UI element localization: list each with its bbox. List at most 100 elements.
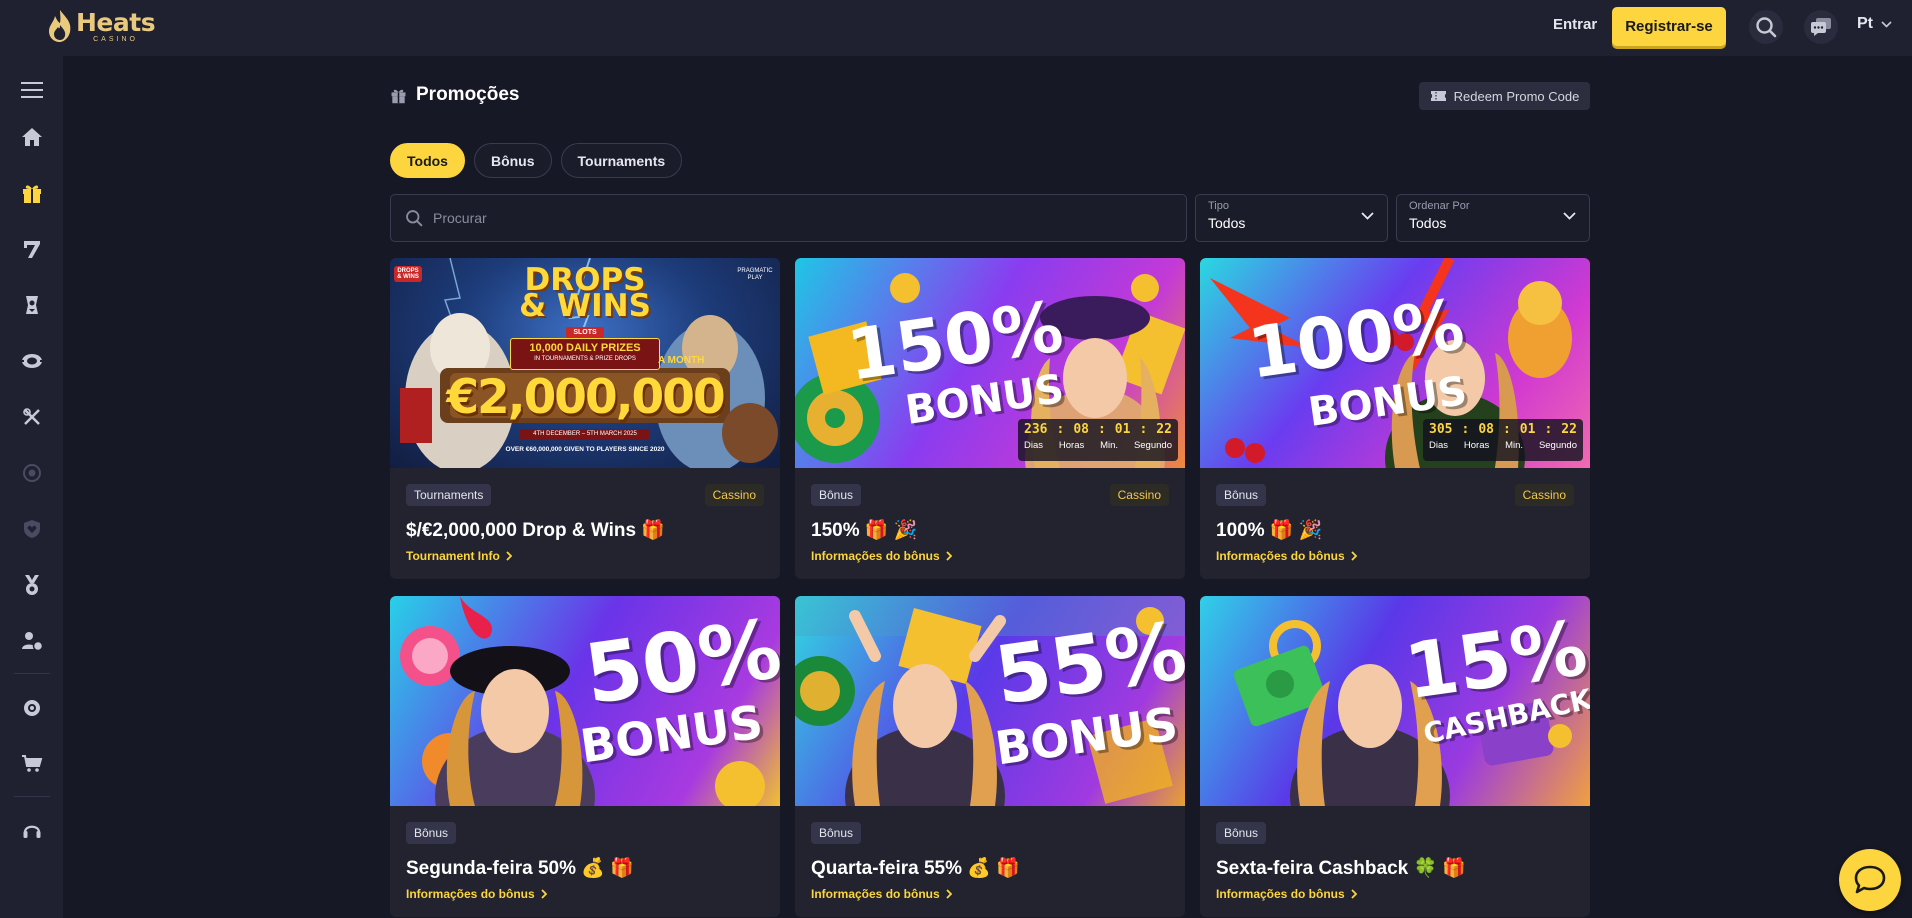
page-title: Promoções — [416, 84, 520, 105]
register-button[interactable]: Registrar-se — [1612, 7, 1726, 46]
type-select[interactable]: Tipo Todos — [1195, 194, 1388, 242]
promo-card[interactable]: DROPS & WINS PRAGMATIC PLAY DROPS & WINS… — [390, 258, 780, 579]
poker-chip-icon — [21, 354, 43, 368]
ticket-icon — [1430, 91, 1446, 101]
banner-title-line2: & WINS — [519, 288, 651, 324]
type-select-label: Tipo — [1208, 200, 1229, 212]
promo-card[interactable]: 55% BONUS Bônus Quarta-feira 55% 💰 🎁 Inf… — [795, 596, 1185, 917]
promo-info-link[interactable]: Informações do bônus — [811, 887, 1169, 901]
chevron-down-icon — [1881, 20, 1892, 28]
sort-select-label: Ordenar Por — [1409, 200, 1470, 212]
promo-info-link-label: Informações do bônus — [1216, 887, 1345, 901]
login-link[interactable]: Entrar — [1553, 16, 1597, 33]
sidebar-item-loyalty[interactable] — [14, 690, 50, 726]
seven-icon — [24, 241, 40, 258]
sidebar-item-shop[interactable] — [14, 746, 50, 782]
promo-info-link-label: Informações do bônus — [811, 549, 940, 563]
promo-title: Sexta-feira Cashback 🍀 🎁 — [1216, 858, 1467, 879]
banner-footer: OVER €60,000,000 GIVEN TO PLAYERS SINCE … — [505, 446, 665, 453]
promo-title: $/€2,000,000 Drop & Wins 🎁 — [406, 520, 665, 541]
timer-days: 236 — [1024, 422, 1048, 437]
timer-minutes: 01 — [1519, 422, 1536, 437]
countdown-timer: 236: 08: 01: 22 Dias Horas Min. Segundo — [1018, 419, 1178, 461]
tab-all[interactable]: Todos — [390, 143, 465, 178]
sidebar-item-menu[interactable] — [14, 72, 50, 108]
promo-card[interactable]: 100% BONUS 305: 08: 01: 22 Dias Horas Mi… — [1200, 258, 1590, 579]
tab-bonus[interactable]: Bônus — [473, 143, 552, 178]
flame-logo-icon — [49, 10, 71, 42]
sidebar-item-vip[interactable] — [14, 511, 50, 547]
promo-filter-tabs: Todos Bônus Tournaments — [390, 143, 683, 178]
promo-card-body: Bônus Cassino 100% 🎁 🎉 Informações do bô… — [1200, 468, 1590, 579]
banner-prize-box: 10,000 DAILY PRIZES IN TOURNAMENTS & PRI… — [510, 338, 660, 370]
search-box — [390, 194, 1187, 242]
tab-tournaments[interactable]: Tournaments — [560, 143, 683, 178]
gift-icon — [391, 89, 406, 103]
promo-info-link[interactable]: Informações do bônus — [1216, 549, 1574, 563]
sidebar-item-home[interactable] — [14, 119, 50, 155]
timer-days-label: Dias — [1024, 440, 1044, 451]
sort-select[interactable]: Ordenar Por Todos — [1396, 194, 1590, 242]
joker-card-icon — [26, 296, 38, 314]
language-code: Pt — [1857, 15, 1873, 32]
sidebar-item-live-casino[interactable] — [14, 287, 50, 323]
promo-info-link[interactable]: Informações do bônus — [1216, 887, 1574, 901]
promo-type-tag: Bônus — [811, 484, 862, 506]
timer-minutes-label: Min. — [1505, 440, 1524, 451]
promo-title: 150% 🎁 🎉 — [811, 520, 918, 541]
redeem-promo-code-button[interactable]: Redeem Promo Code — [1419, 82, 1590, 110]
promo-card[interactable]: 150% BONUS 236: 08: 01: 22 Dias Horas Mi… — [795, 258, 1185, 579]
promo-info-link[interactable]: Tournament Info — [406, 549, 764, 563]
chat-bubbles-icon — [1811, 18, 1831, 36]
banner-pill: SLOTS — [566, 327, 604, 338]
home-icon — [22, 128, 42, 146]
sort-select-value: Todos — [1409, 215, 1447, 231]
sidebar-divider — [14, 673, 50, 674]
promo-category-tag: Cassino — [1109, 484, 1169, 506]
logo-word: Heats — [76, 7, 156, 37]
search-input[interactable] — [433, 210, 1133, 226]
timer-seconds-label: Segundo — [1538, 440, 1577, 451]
promo-type-tag: Bônus — [1216, 484, 1267, 506]
sidebar-item-promotions[interactable] — [14, 175, 50, 211]
banner-dates: 4TH DECEMBER – 5TH MARCH 2025 — [520, 429, 650, 440]
banner-sub2: IN TOURNAMENTS & PRIZE DROPS — [534, 356, 636, 362]
chevron-right-icon — [541, 889, 547, 899]
promo-info-link-label: Informações do bônus — [1216, 549, 1345, 563]
search-icon — [406, 210, 423, 227]
live-chat-button[interactable] — [1839, 849, 1901, 911]
chat-button[interactable] — [1804, 10, 1838, 44]
promo-card[interactable]: 50% BONUS Bônus Segunda-feira 50% 💰 🎁 In… — [390, 596, 780, 917]
crossed-swords-icon — [23, 408, 40, 425]
site-logo[interactable]: Heats CASINO — [46, 7, 156, 44]
timer-hours-label: Horas — [1463, 440, 1490, 451]
promo-info-link-label: Informações do bônus — [406, 887, 535, 901]
sidebar-item-table-games[interactable] — [14, 343, 50, 379]
sidebar-item-referral[interactable] — [14, 623, 50, 659]
sidebar-item-sports[interactable] — [14, 399, 50, 435]
timer-hours-label: Horas — [1058, 440, 1085, 451]
cart-icon — [22, 755, 43, 772]
top-header: Heats CASINO Entrar Registrar-se Pt — [0, 0, 1912, 56]
promo-banner: 50% BONUS — [390, 596, 780, 806]
promo-banner: DROPS & WINS PRAGMATIC PLAY DROPS & WINS… — [390, 258, 780, 468]
left-sidebar — [0, 56, 63, 918]
promo-card[interactable]: 15% CASHBACK Bônus Sexta-feira Cashback … — [1200, 596, 1590, 917]
chevron-right-icon — [946, 889, 952, 899]
banner-month: A MONTH — [658, 355, 705, 366]
promo-type-tag: Bônus — [1216, 822, 1267, 844]
timer-seconds: 22 — [1561, 422, 1577, 437]
promo-banner: 150% BONUS 236: 08: 01: 22 Dias Horas Mi… — [795, 258, 1185, 468]
sidebar-item-esports[interactable] — [14, 455, 50, 491]
sidebar-item-tournaments[interactable] — [14, 567, 50, 603]
user-coin-icon — [22, 632, 43, 651]
chevron-right-icon — [1351, 889, 1357, 899]
hamburger-icon — [21, 82, 43, 98]
sidebar-item-support[interactable] — [14, 813, 50, 849]
promo-info-link[interactable]: Informações do bônus — [406, 887, 764, 901]
sidebar-item-slots[interactable] — [14, 231, 50, 267]
search-button[interactable] — [1749, 10, 1783, 44]
promo-info-link-label: Tournament Info — [406, 549, 500, 563]
promo-info-link[interactable]: Informações do bônus — [811, 549, 1169, 563]
language-selector[interactable]: Pt — [1857, 15, 1892, 33]
